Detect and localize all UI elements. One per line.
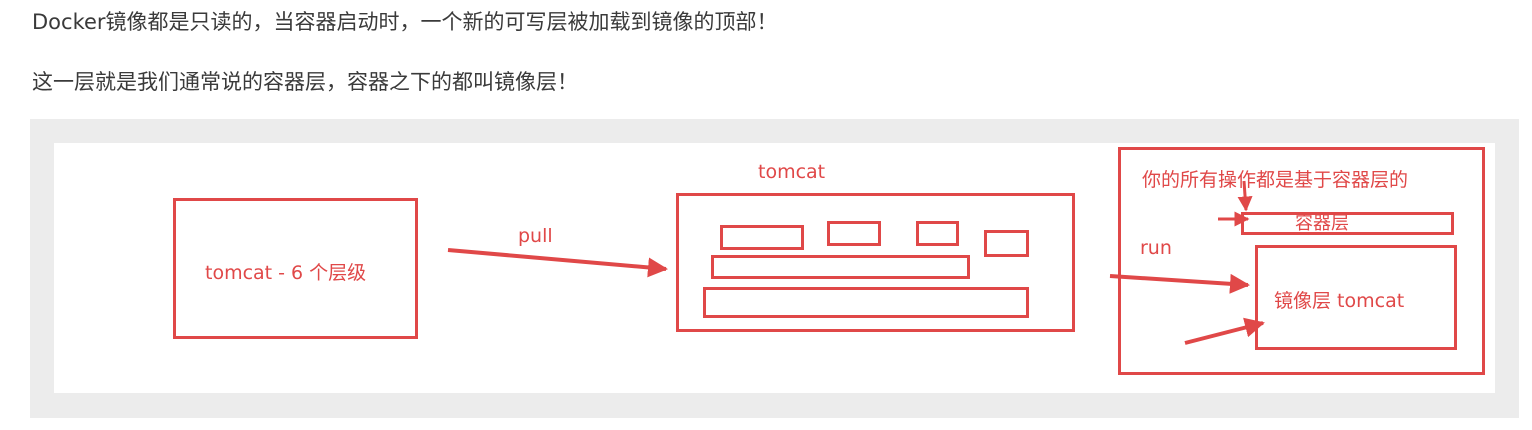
image-layer-arrow <box>1184 317 1265 345</box>
down-arrow <box>1237 180 1253 212</box>
arrows-layer <box>447 180 1265 345</box>
pull-arrow <box>447 248 668 278</box>
intro-paragraph-2: 这一层就是我们通常说的容器层，容器之下的都叫镜像层！ <box>32 70 578 94</box>
run-arrow <box>1109 273 1250 294</box>
intro-paragraph-1: Docker镜像都是只读的，当容器启动时，一个新的可写层被加载到镜像的顶部！ <box>32 10 778 34</box>
diagram-figure: tomcat - 6 个层级 pull tomcat 你的所有操作都是基于容器层… <box>30 119 1519 418</box>
